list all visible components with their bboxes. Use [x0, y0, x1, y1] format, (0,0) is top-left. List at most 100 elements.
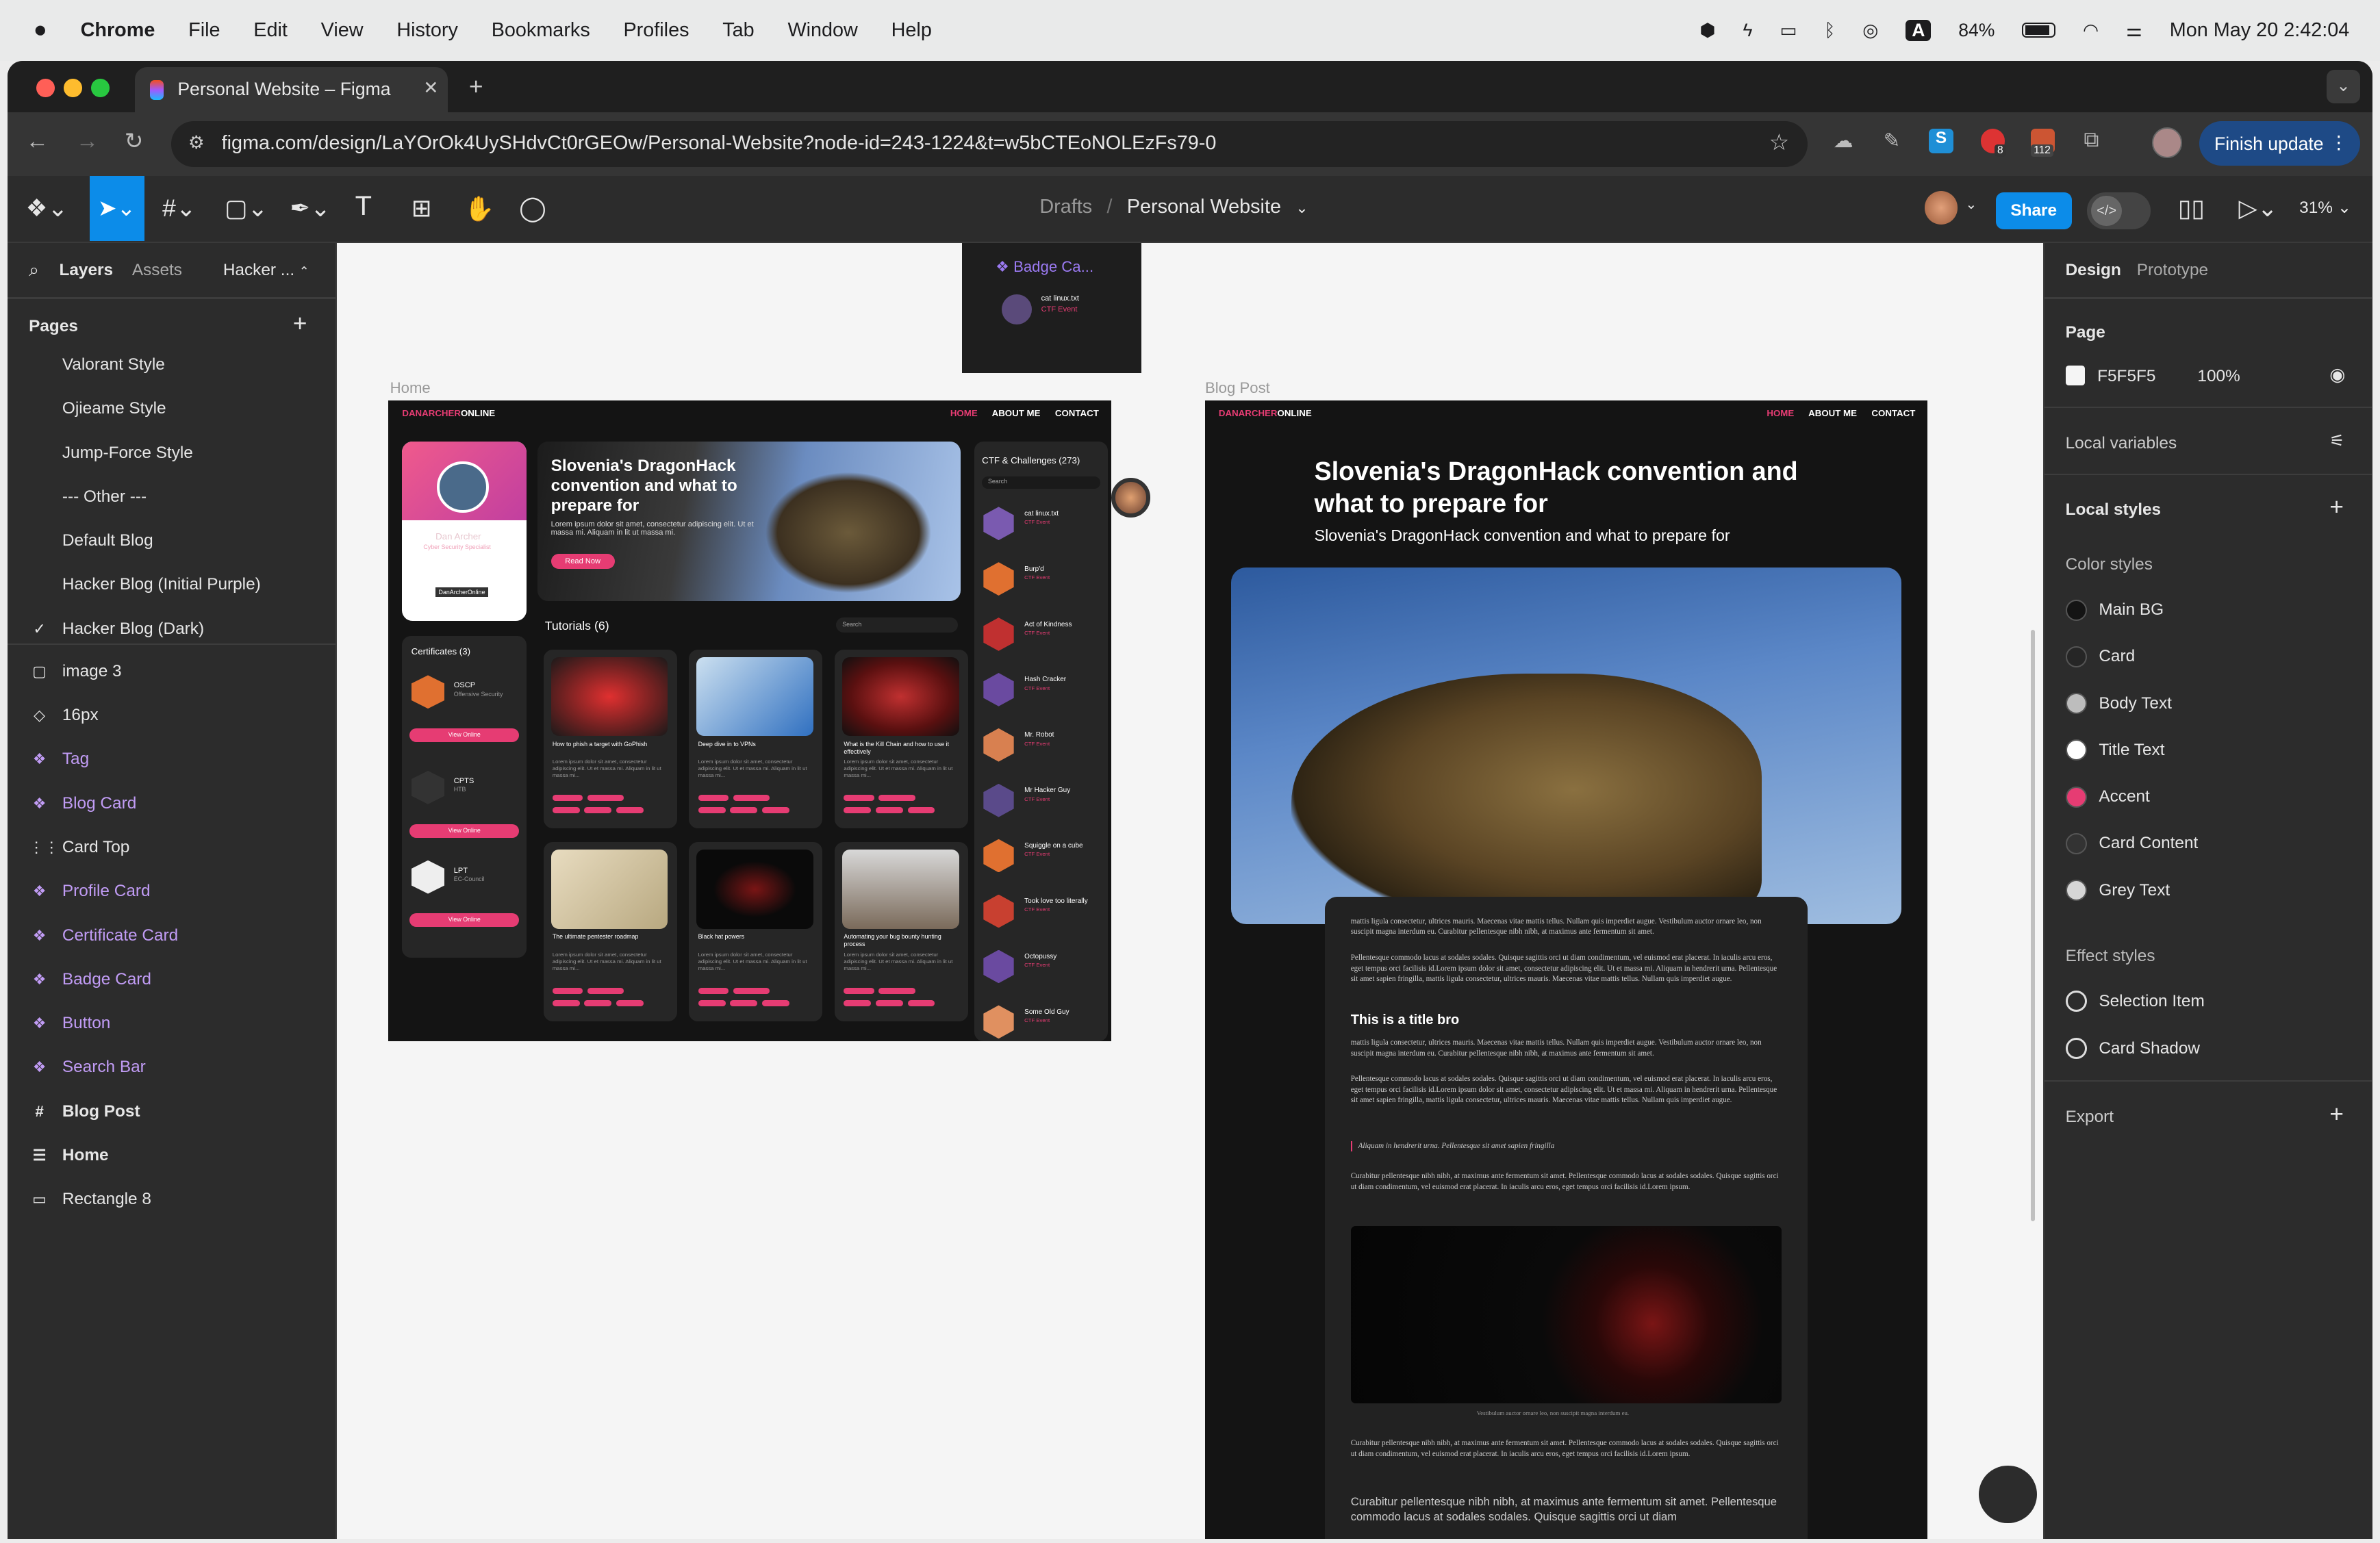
color-style-item[interactable]: Main BG [2065, 595, 2164, 625]
read-now-button[interactable]: Read Now [550, 554, 615, 570]
page-item[interactable]: Ojieame Style [8, 387, 336, 431]
clock[interactable]: Mon May 20 2:42:04 [2170, 19, 2350, 42]
layer-item[interactable]: ◇ 16px [8, 693, 336, 737]
color-style-item[interactable]: Accent [2065, 782, 2150, 812]
page-opacity[interactable]: 100% [2197, 367, 2240, 386]
file-name[interactable]: Personal Website [1127, 196, 1281, 218]
home-logo[interactable]: DANARCHERONLINE [402, 408, 495, 418]
page-item[interactable]: Default Blog [8, 519, 336, 563]
home-frame-label[interactable]: Home [390, 379, 431, 397]
ctf-item-title[interactable]: Mr Hacker Guy [1024, 787, 1070, 794]
new-tab-icon[interactable]: + [469, 73, 483, 101]
airdrop-icon[interactable]: ◎ [1862, 20, 1878, 41]
layer-item[interactable]: ❖ Tag [8, 737, 336, 781]
ctf-search[interactable]: Search [982, 476, 1100, 489]
tab-search-icon[interactable]: ⌄ [2327, 69, 2360, 103]
close-tab-icon[interactable]: ✕ [423, 77, 438, 99]
tutorial-card[interactable]: What is the Kill Chain and how to use it… [835, 649, 969, 829]
view-online-button[interactable]: View Online [409, 913, 520, 928]
add-style-icon[interactable]: + [2329, 493, 2344, 521]
ctf-item-title[interactable]: Mr. Robot [1024, 731, 1054, 739]
export-heading[interactable]: Export [2066, 1108, 2114, 1127]
blog-logo[interactable]: DANARCHERONLINE [1219, 408, 1312, 418]
site-settings-icon[interactable]: ⚙ [188, 132, 205, 153]
ctf-item-title[interactable]: Some Old Guy [1024, 1008, 1069, 1016]
add-export-icon[interactable]: + [2329, 1100, 2344, 1128]
layer-item[interactable]: ❖ Profile Card [8, 869, 336, 913]
browser-tab[interactable]: Personal Website – Figma ✕ [135, 66, 448, 112]
blog-nav-contact[interactable]: CONTACT [1871, 408, 1915, 418]
menu-edit[interactable]: Edit [253, 19, 288, 42]
ctf-item-title[interactable]: Squiggle on a cube [1024, 842, 1083, 850]
page-item[interactable]: Valorant Style [8, 343, 336, 387]
minimize-window-button[interactable] [64, 79, 82, 97]
tab-assets[interactable]: Assets [132, 261, 182, 280]
help-button[interactable] [1979, 1466, 2037, 1524]
apple-icon[interactable]: ● [34, 17, 47, 43]
control-center-icon[interactable]: ⚌ [2126, 20, 2142, 41]
tab-prototype[interactable]: Prototype [2137, 261, 2208, 280]
search-icon[interactable]: ⌕ [29, 259, 39, 281]
tab-design[interactable]: Design [2066, 261, 2121, 280]
blog-nav-home[interactable]: HOME [1767, 408, 1794, 418]
forward-icon[interactable]: → [76, 129, 99, 155]
input-source-icon[interactable]: A [1906, 19, 1932, 41]
dev-mode-toggle[interactable]: </> [2086, 192, 2151, 229]
zoom-level[interactable]: 31% ⌄ [2299, 197, 2351, 218]
page-item[interactable]: Jump-Force Style [8, 431, 336, 474]
view-online-button[interactable]: View Online [409, 728, 520, 742]
reload-icon[interactable]: ↻ [125, 127, 144, 155]
menu-profiles[interactable]: Profiles [623, 19, 689, 42]
text-tool-icon[interactable]: T [355, 191, 372, 222]
menu-history[interactable]: History [396, 19, 458, 42]
layer-item[interactable]: ❖ Certificate Card [8, 913, 336, 957]
layer-item[interactable]: ▭ Rectangle 8 [8, 1177, 336, 1221]
close-window-button[interactable] [36, 79, 55, 97]
ctf-item-title[interactable]: Took love too literally [1024, 897, 1088, 905]
blog-nav-about[interactable]: ABOUT ME [1808, 408, 1857, 418]
tutorial-card[interactable]: Deep dive in to VPNs Lorem ipsum dolor s… [689, 649, 823, 829]
menu-view[interactable]: View [321, 19, 364, 42]
home-frame[interactable]: DANARCHERONLINE HOME ABOUT ME CONTACT Da… [388, 400, 1111, 1041]
back-icon[interactable]: ← [26, 129, 49, 155]
library-book-icon[interactable]: ▯▯ [2178, 194, 2205, 222]
bookmark-star-icon[interactable]: ☆ [1769, 129, 1790, 156]
layer-item[interactable]: ❖ Search Bar [8, 1045, 336, 1089]
wifi-icon[interactable]: ◠ [2083, 20, 2099, 41]
menu-help[interactable]: Help [891, 19, 932, 42]
move-tool[interactable]: ➤⌄ [89, 176, 144, 242]
avatar-chevron-icon[interactable]: ⌄ [1965, 196, 1977, 213]
tutorial-card[interactable]: The ultimate pentester roadmap Lorem ips… [543, 842, 677, 1021]
extensions-puzzle-icon[interactable]: ⧉ [2084, 127, 2099, 153]
menu-file[interactable]: File [188, 19, 220, 42]
chevron-down-icon[interactable]: ⌄ [1295, 199, 1308, 216]
ctf-item-title[interactable]: cat linux.txt [1024, 510, 1059, 518]
tutorials-search[interactable]: Search [836, 617, 958, 633]
page-item[interactable]: --- Other --- [8, 475, 336, 519]
blog-frame-label[interactable]: Blog Post [1205, 379, 1270, 397]
menu-window[interactable]: Window [787, 19, 857, 42]
tutorial-card[interactable]: Black hat powers Lorem ipsum dolor sit a… [689, 842, 823, 1021]
share-button[interactable]: Share [1995, 192, 2072, 229]
nav-about[interactable]: ABOUT ME [992, 408, 1041, 418]
layer-item[interactable]: ▢ image 3 [8, 650, 336, 693]
color-style-item[interactable]: Grey Text [2065, 876, 2170, 906]
canvas-scrollbar[interactable] [2030, 629, 2036, 1222]
finish-update-button[interactable]: Finish update ⋮ [2199, 121, 2360, 166]
shield-status-icon[interactable]: ⬢ [1699, 20, 1715, 41]
blog-post-frame[interactable]: DANARCHERONLINE HOME ABOUT ME CONTACT Sl… [1204, 400, 1928, 1539]
frame-tool-icon[interactable]: #⌄ [162, 194, 196, 222]
page-item[interactable]: Hacker Blog (Initial Purple) [8, 563, 336, 607]
page-select[interactable]: Hacker ... ⌃ [223, 261, 309, 280]
pen-tool-icon[interactable]: ✒⌄ [290, 194, 330, 222]
profile-avatar[interactable] [2152, 127, 2183, 158]
tutorial-card[interactable]: How to phish a target with GoPhish Lorem… [543, 649, 677, 829]
extension-eyedropper-icon[interactable]: ✎ [1884, 129, 1900, 153]
layer-item[interactable]: # Blog Post [8, 1090, 336, 1134]
present-play-icon[interactable]: ▷⌄ [2238, 194, 2277, 222]
effect-style-item[interactable]: Card Shadow [2065, 1033, 2200, 1063]
nav-contact[interactable]: CONTACT [1055, 408, 1099, 418]
resources-tool-icon[interactable]: ⊞ [412, 194, 432, 222]
variables-icon[interactable]: ⚟ [2329, 431, 2344, 451]
figma-canvas[interactable]: ❖ Badge Ca... cat linux.txt CTF Event Ho… [337, 242, 2043, 1539]
